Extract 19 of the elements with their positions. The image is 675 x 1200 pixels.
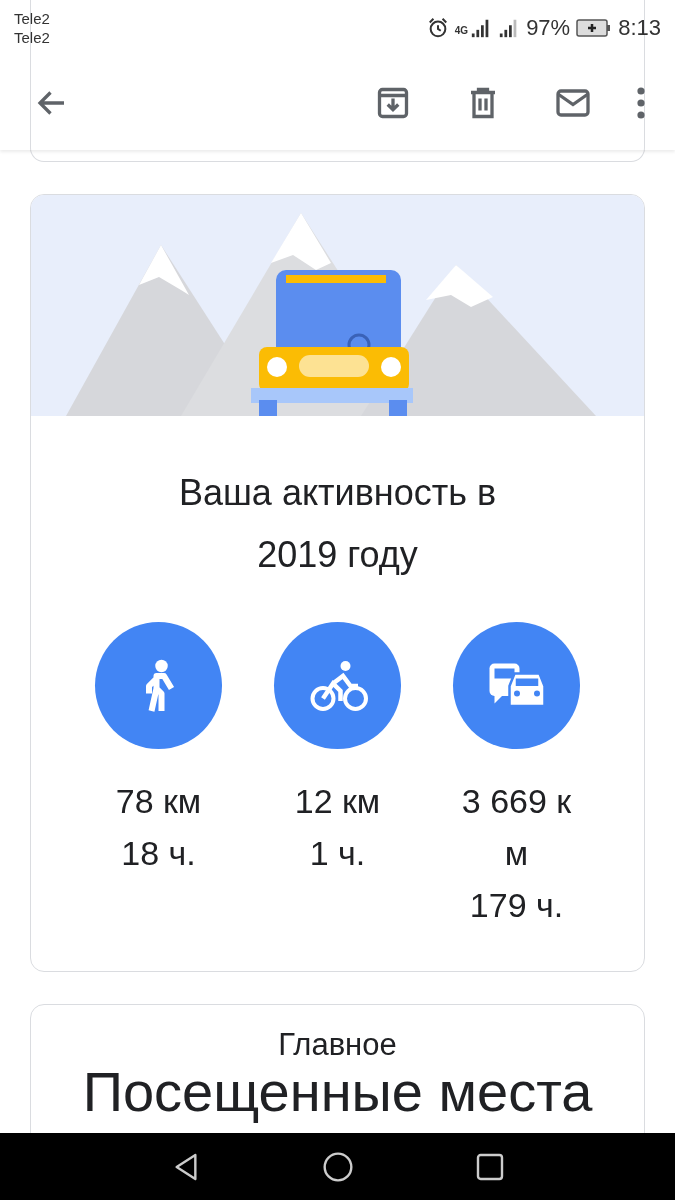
distance-text: 78 км [114,781,203,822]
distance-text: 12 км [293,781,382,822]
network-type: 4G [454,25,469,36]
card-title: Ваша активность в 2019 году [177,471,498,577]
carrier-name: Tele2 [14,28,50,47]
alarm-clock-icon [426,17,449,39]
section-title: Посещенные места [82,1063,593,1121]
duration-text: 1 ч. [308,833,367,874]
distance-text: 3 669 км [460,781,573,874]
battery-percent: 97% [526,15,571,41]
archive-icon[interactable] [375,85,411,121]
more-options-icon[interactable] [635,85,647,121]
duration-text: 18 ч. [120,833,197,874]
battery-icon [576,18,613,38]
carrier-name: Tele2 [14,9,50,28]
duration-text: 179 ч. [468,885,565,926]
clock-time: 8:13 [618,15,661,41]
home-circle-icon[interactable] [321,1150,354,1183]
section-label: Главное [278,1027,397,1063]
